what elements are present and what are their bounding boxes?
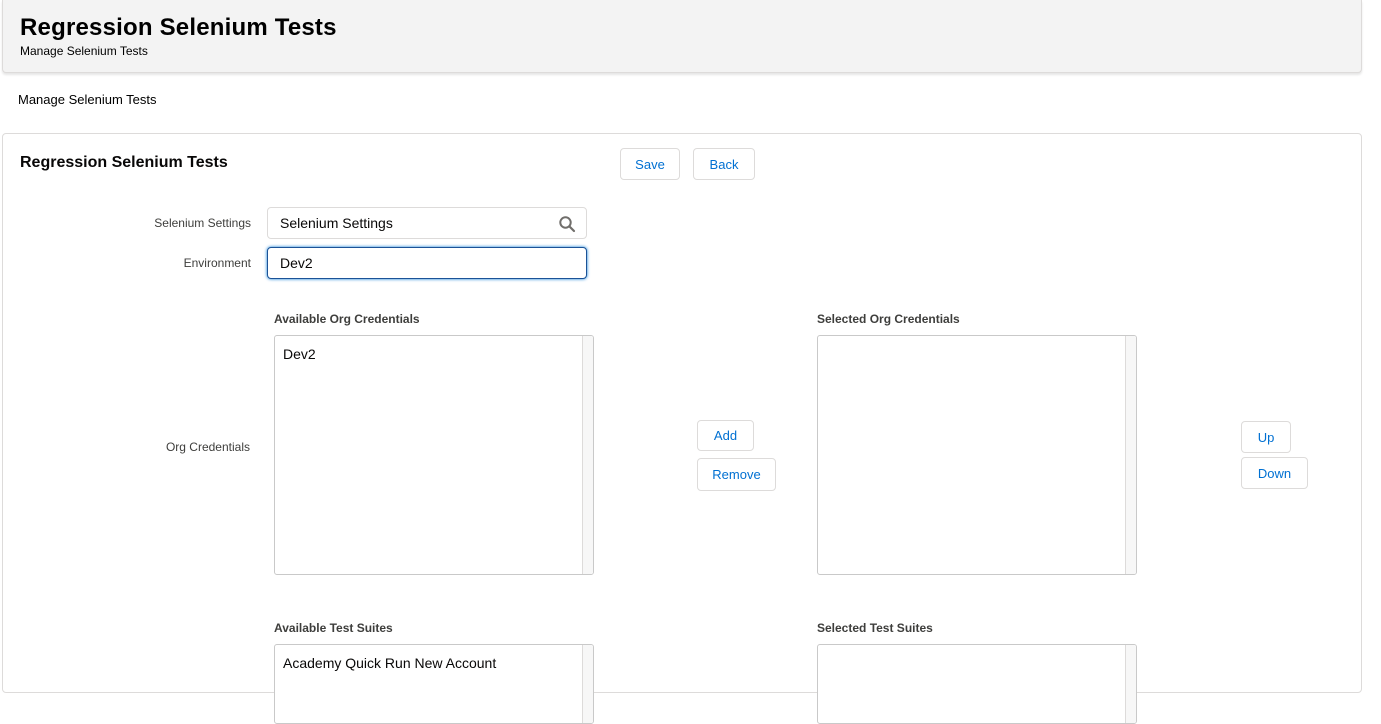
selenium-tests-card: Regression Selenium Tests Save Back Sele…: [2, 133, 1362, 724]
scrollbar[interactable]: [582, 336, 593, 574]
breadcrumb: Manage Selenium Tests: [18, 92, 157, 107]
page-subtitle: Manage Selenium Tests: [20, 44, 148, 58]
scrollbar[interactable]: [582, 645, 593, 723]
available-org-credentials-heading: Available Org Credentials: [274, 312, 420, 326]
search-icon[interactable]: [558, 215, 576, 233]
add-button[interactable]: Add: [697, 420, 754, 451]
selenium-settings-lookup[interactable]: Selenium Settings: [267, 207, 587, 239]
page-title: Regression Selenium Tests: [20, 14, 337, 41]
list-item[interactable]: Dev2: [283, 346, 316, 362]
card-title: Regression Selenium Tests: [20, 154, 228, 171]
available-org-credentials-listbox[interactable]: Dev2: [274, 335, 594, 575]
scrollbar[interactable]: [1125, 336, 1136, 574]
environment-input[interactable]: [267, 247, 587, 279]
list-item[interactable]: Academy Quick Run New Account: [283, 655, 496, 671]
save-button[interactable]: Save: [620, 148, 680, 180]
selected-org-credentials-heading: Selected Org Credentials: [817, 312, 960, 326]
back-button[interactable]: Back: [693, 148, 755, 180]
selenium-settings-value: Selenium Settings: [280, 215, 393, 231]
selenium-settings-label: Selenium Settings: [154, 216, 251, 230]
selected-test-suites-listbox[interactable]: [817, 644, 1137, 724]
up-button[interactable]: Up: [1241, 421, 1291, 453]
scrollbar[interactable]: [1125, 645, 1136, 723]
down-button[interactable]: Down: [1241, 457, 1308, 489]
org-credentials-label: Org Credentials: [165, 440, 250, 454]
page-header: Regression Selenium Tests Manage Seleniu…: [2, 0, 1362, 73]
selected-test-suites-heading: Selected Test Suites: [817, 621, 933, 635]
available-test-suites-listbox[interactable]: Academy Quick Run New Account: [274, 644, 594, 724]
available-test-suites-heading: Available Test Suites: [274, 621, 393, 635]
remove-button[interactable]: Remove: [697, 458, 776, 491]
selected-org-credentials-listbox[interactable]: [817, 335, 1137, 575]
environment-label: Environment: [183, 256, 251, 270]
